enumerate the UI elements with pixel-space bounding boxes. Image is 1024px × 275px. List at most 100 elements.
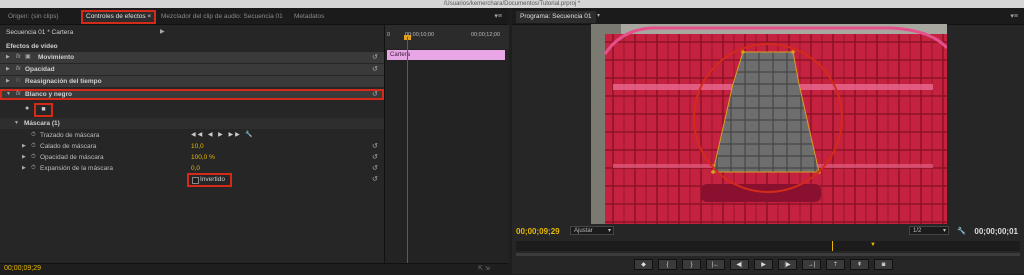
fit-dropdown[interactable]: Ajustar ▾ (570, 226, 614, 235)
effect-label-opacity: Opacidad (25, 66, 55, 73)
expand-triangle-icon[interactable]: ▶ (6, 52, 10, 63)
reset-icon[interactable]: ↺ (372, 152, 378, 163)
mask-feather-row[interactable]: ▶ ⏱ Calado de máscara 10,0 ↺ (0, 141, 384, 152)
wrench-icon[interactable]: 🔧 (957, 227, 966, 235)
resolution-dropdown[interactable]: 1/2 ▾ (909, 226, 949, 235)
effect-controls-panel: Origen: (sin clips) Controles de efectos… (0, 8, 509, 275)
mask-expansion-value[interactable]: 0,0 (191, 163, 200, 174)
fx-icon[interactable]: fx (16, 76, 21, 87)
effect-timecode[interactable]: 00;00;09;29 (4, 265, 41, 272)
expand-triangle-icon[interactable]: ▶ (22, 141, 26, 152)
effect-timeline[interactable]: 0 00;00;10;00 00;00;12;00 Cartera (384, 25, 509, 263)
inverted-checkbox[interactable] (192, 177, 199, 184)
resolution-dropdown-value: 1/2 (913, 228, 922, 234)
time-scrubber[interactable]: ▼ (516, 241, 1020, 251)
effect-row-opacity[interactable]: ▶ fx Opacidad ↺ (0, 64, 384, 75)
inverted-option[interactable]: Invertido (187, 173, 232, 187)
reset-icon[interactable]: ↺ (372, 163, 378, 174)
fit-dropdown-value: Ajustar (574, 228, 593, 234)
add-marker-button[interactable]: ◆ (634, 259, 653, 270)
ellipse-mask-icon[interactable]: ● (25, 105, 29, 112)
header-arrow-icon[interactable]: ▶ (160, 28, 165, 35)
footer-icons[interactable]: ⇱ ⇲ (478, 265, 490, 272)
tab-audio-clip-mixer[interactable]: Mezclador del clip de audio: Secuencia 0… (157, 11, 287, 23)
motion-transform-icon: ▣ (25, 54, 31, 60)
playhead-line (407, 37, 408, 263)
inverted-label: Invertido (200, 176, 225, 183)
effect-row-black-white[interactable]: ▼ fx Blanco y negro ↺ (0, 89, 384, 100)
effect-label-black-white: Blanco y negro (25, 91, 72, 98)
go-to-out-button[interactable]: →| (802, 259, 821, 270)
tab-program[interactable]: Programa: Secuencia 01 (516, 11, 596, 23)
ruler-label-12: 00;00;12;00 (471, 32, 501, 38)
duration-timecode: 00;00;00;01 (974, 227, 1018, 236)
effect-label-time-remap: Reasignación del tiempo (25, 78, 102, 85)
tab-metadata[interactable]: Metadatos (290, 11, 328, 23)
panel-menu-icon[interactable]: ▾≡ (494, 12, 502, 20)
stopwatch-icon[interactable]: ⏱ (31, 163, 36, 174)
stopwatch-icon[interactable]: ⏱ (31, 141, 36, 152)
export-frame-button[interactable]: ◙ (874, 259, 893, 270)
expand-triangle-icon[interactable]: ▶ (6, 64, 10, 75)
mask-row[interactable]: ▼ Máscara (1) (0, 118, 384, 129)
left-tab-bar: Origen: (sin clips) Controles de efectos… (0, 8, 508, 25)
collapse-triangle-icon[interactable]: ▼ (14, 118, 19, 129)
reset-icon[interactable]: ↺ (372, 175, 378, 183)
mask-path-label: Trazado de máscara (40, 132, 100, 139)
chevron-down-icon: ▾ (942, 228, 946, 234)
lift-button[interactable]: ⇡ (826, 259, 845, 270)
bag-frame-image (591, 24, 947, 224)
expand-triangle-icon[interactable]: ▶ (6, 76, 10, 87)
program-dropdown-icon[interactable]: ▾ (597, 12, 600, 19)
video-effects-label: Efectos de vídeo (6, 43, 58, 50)
ruler-label-0: 0 (387, 32, 391, 38)
mask-feather-value[interactable]: 10,0 (191, 141, 204, 152)
expand-triangle-icon[interactable]: ▶ (22, 152, 26, 163)
reset-icon[interactable]: ↺ (372, 89, 378, 100)
playhead-timecode[interactable]: 00;00;09;29 (516, 227, 560, 236)
reset-icon[interactable]: ↺ (372, 64, 378, 75)
video-effects-section: Efectos de vídeo (0, 41, 384, 52)
fx-icon[interactable]: fx (16, 89, 21, 100)
mark-out-button[interactable]: } (682, 259, 701, 270)
panel-menu-icon[interactable]: ▾≡ (1010, 12, 1018, 20)
effect-row-motion[interactable]: ▶ fx ▣ Movimiento ↺ (0, 52, 384, 63)
mask-path-row[interactable]: ⏱ Trazado de máscara ◀◀ ◀ ▶ ▶▶ 🔧 (0, 130, 384, 141)
scrubber-playhead[interactable] (832, 241, 833, 251)
stopwatch-icon[interactable]: ⏱ (31, 130, 36, 141)
play-button[interactable]: ▶ (754, 259, 773, 270)
sequence-clip-header[interactable]: Secuencia 01 * Cartera (0, 27, 384, 39)
mask-expansion-label: Expansión de la máscara (40, 165, 113, 172)
extract-button[interactable]: ⇞ (850, 259, 869, 270)
clip-bar[interactable]: Cartera (387, 50, 505, 60)
mask-track-controls[interactable]: ◀◀ ◀ ▶ ▶▶ 🔧 (191, 130, 255, 141)
reset-icon[interactable]: ↺ (372, 52, 378, 63)
step-forward-button[interactable]: |▶ (778, 259, 797, 270)
effect-label-motion: Movimiento (38, 54, 75, 61)
zoom-bar[interactable] (516, 253, 1020, 256)
marker-icon[interactable]: ▼ (870, 242, 876, 248)
tab-effect-controls[interactable]: Controles de efectos × (80, 10, 157, 24)
rectangle-mask-icon[interactable]: ■ (34, 103, 53, 117)
mask-expansion-row[interactable]: ▶ ⏱ Expansión de la máscara 0,0 ↺ (0, 163, 384, 174)
mask-label: Máscara (1) (24, 120, 60, 127)
collapse-triangle-icon[interactable]: ▼ (6, 89, 11, 100)
mask-opacity-value[interactable]: 100,0 % (191, 152, 215, 163)
window-path: /Usuarios/kemerchara/Documentos/Tutorial… (443, 1, 581, 7)
program-monitor-panel: Programa: Secuencia 01 ▾ ▾≡ 00;00;09;29 … (512, 8, 1024, 274)
step-back-button[interactable]: ◀| (730, 259, 749, 270)
tab-source[interactable]: Origen: (sin clips) (4, 11, 63, 23)
mask-tools: ● ■ (0, 103, 384, 117)
program-video-frame[interactable] (591, 24, 947, 224)
monitor-controls: 00;00;09;29 Ajustar ▾ 1/2 ▾ 🔧 00;00;00;0… (512, 224, 1024, 274)
effect-row-time-remap[interactable]: ▶ fx Reasignación del tiempo (0, 76, 384, 87)
mark-in-button[interactable]: { (658, 259, 677, 270)
go-to-in-button[interactable]: |← (706, 259, 725, 270)
reset-icon[interactable]: ↺ (372, 141, 378, 152)
window-titlebar: /Usuarios/kemerchara/Documentos/Tutorial… (0, 0, 1024, 8)
fx-icon[interactable]: fx (16, 52, 21, 63)
expand-triangle-icon[interactable]: ▶ (22, 163, 26, 174)
mask-opacity-row[interactable]: ▶ ⏱ Opacidad de máscara 100,0 % ↺ (0, 152, 384, 163)
stopwatch-icon[interactable]: ⏱ (31, 152, 36, 163)
fx-icon[interactable]: fx (16, 64, 21, 75)
